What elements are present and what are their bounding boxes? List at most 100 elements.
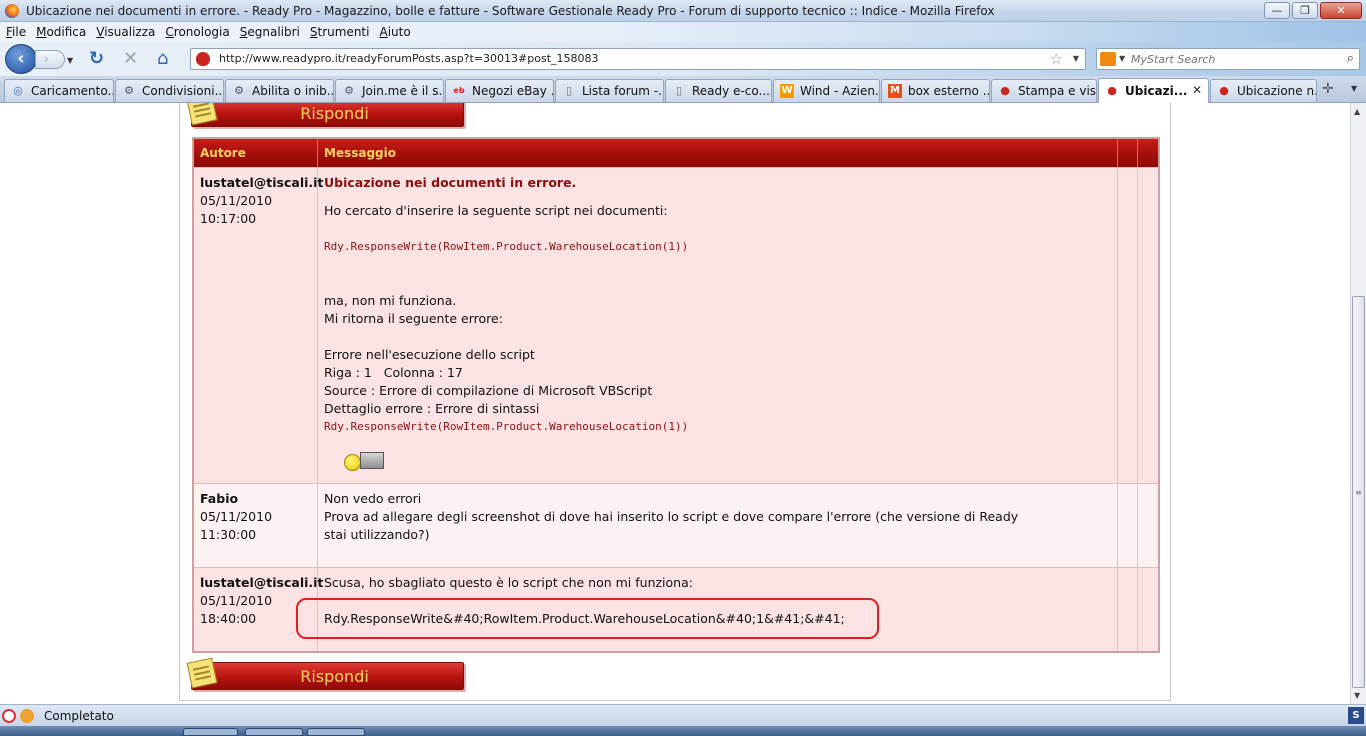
header-spacer [1138, 139, 1158, 167]
window-title: Ubicazione nei documenti in errore. - Re… [26, 3, 995, 18]
message-column-header: Messaggio [318, 139, 1118, 167]
history-dropdown-icon[interactable]: ▼ [67, 56, 73, 65]
tab[interactable]: W Wind - Azien... [773, 79, 880, 102]
menu-file[interactable]: File [6, 25, 26, 39]
tab[interactable]: ▯ Ready e-co... [665, 79, 772, 102]
back-button[interactable]: ‹ [5, 44, 37, 74]
error-text: Errore nell'esecuzione dello script [324, 347, 535, 362]
close-window-button[interactable]: ✕ [1320, 2, 1362, 19]
menu-modifica[interactable]: Modifica [36, 25, 86, 39]
taskbar-button[interactable] [307, 728, 365, 736]
home-icon[interactable]: ⌂ [157, 50, 168, 68]
search-engine-icon[interactable] [1100, 52, 1116, 66]
post-time: 10:17:00 [200, 211, 257, 226]
tab[interactable]: ◎ Caricamento... [4, 79, 114, 102]
menu-cronologia[interactable]: Cronologia [165, 25, 229, 39]
forward-button[interactable]: › [35, 50, 65, 69]
post-text: Prova ad allegare degli screenshot di do… [324, 509, 1019, 524]
url-dropdown-icon[interactable]: ▼ [1073, 54, 1079, 63]
message-cell: Ubicazione nei documenti in errore. Ho c… [318, 168, 1118, 483]
tab[interactable]: eb Negozi eBay ... [445, 79, 554, 102]
post-text: Scusa, ho sbagliato questo è lo script c… [324, 575, 693, 590]
address-bar[interactable]: http://www.readypro.it/readyForumPosts.a… [190, 48, 1086, 70]
scroll-up-icon[interactable]: ▲ [1354, 107, 1360, 116]
red-highlight-annotation [296, 598, 879, 639]
loading-icon: ◎ [13, 84, 23, 97]
message-cell: Non vedo errori Prova ad allegare degli … [318, 484, 1118, 567]
post-text: ma, non mi funziona. [324, 293, 457, 308]
strawberry-icon: ● [1000, 84, 1010, 97]
table-header: Autore Messaggio [194, 139, 1158, 167]
wind-icon: W [780, 84, 794, 98]
tab-list-dropdown-icon[interactable]: ▼ [1351, 84, 1357, 93]
search-input[interactable] [1131, 51, 1331, 67]
vertical-scrollbar[interactable]: ▲ ≡ ▼ [1350, 103, 1366, 704]
url-text[interactable]: http://www.readypro.it/readyForumPosts.a… [219, 52, 599, 65]
navigation-toolbar: ‹ › ▼ ↻ ✕ ⌂ http://www.readypro.it/ready… [0, 42, 1366, 76]
status-addon-icon[interactable] [20, 709, 34, 723]
tab-active[interactable]: ● Ubicazi... ✕ [1098, 78, 1209, 103]
error-text: Dettaglio errore : Errore di sintassi [324, 401, 540, 416]
tab[interactable]: ⚙ Abilita o inib... [225, 79, 334, 102]
tab[interactable]: ●Stampa e vis... [991, 79, 1097, 102]
m-icon: M [888, 84, 902, 98]
post-author[interactable]: lustatel@tiscali.it [200, 174, 323, 192]
post-subject: Ubicazione nei documenti in errore. [324, 175, 577, 190]
maximize-button[interactable]: ❐ [1292, 2, 1318, 19]
tab[interactable]: ▯ Lista forum -... [555, 79, 664, 102]
computer-smiley-icon [344, 448, 1117, 472]
table-row: Fabio 05/11/2010 11:30:00 Non vedo error… [194, 483, 1158, 567]
page-content: Rispondi Autore Messaggio lustatel@tisca… [0, 103, 1350, 704]
search-bar: ▼ ⌕ [1096, 48, 1360, 70]
network-icon: ⚙ [234, 84, 244, 97]
post-date: 05/11/2010 [200, 193, 273, 208]
bookmark-star-icon[interactable]: ☆ [1050, 50, 1063, 68]
author-cell: Fabio 05/11/2010 11:30:00 [194, 484, 318, 567]
page-icon: ▯ [675, 84, 683, 97]
network-icon: ⚙ [124, 84, 134, 97]
post-text: Ho cercato d'inserire la seguente script… [324, 203, 668, 218]
menu-aiuto[interactable]: Aiuto [379, 25, 410, 39]
post-author[interactable]: Fabio [200, 490, 317, 508]
post-date: 05/11/2010 [200, 509, 273, 524]
menu-strumenti[interactable]: Strumenti [310, 25, 370, 39]
menu-segnalibri[interactable]: Segnalibri [240, 25, 300, 39]
stop-icon[interactable]: ✕ [123, 50, 138, 68]
firefox-icon [5, 3, 19, 18]
search-icon[interactable]: ⌕ [1347, 51, 1354, 66]
reply-button[interactable]: Rispondi [186, 657, 464, 690]
tab[interactable]: ⚙ Condivisioni... [115, 79, 224, 102]
tab-bar: ◎ Caricamento... ⚙ Condivisioni... ⚙ Abilit… [0, 76, 1366, 103]
status-text: Completato [44, 709, 114, 723]
new-tab-icon[interactable]: ✛ [1322, 81, 1334, 97]
search-engine-dropdown-icon[interactable]: ▼ [1119, 54, 1125, 63]
post-text: Non vedo errori [324, 491, 422, 506]
scroll-grip-icon: ≡ [1355, 488, 1362, 497]
reload-icon[interactable]: ↻ [89, 50, 104, 68]
network-icon: ⚙ [344, 84, 354, 97]
error-text: Source : Errore di compilazione di Micro… [324, 383, 653, 398]
code-snippet: Rdy.ResponseWrite(RowItem.Product.Wareho… [324, 240, 689, 253]
taskbar-button[interactable] [183, 728, 238, 736]
status-blocked-icon[interactable] [2, 709, 16, 723]
tab[interactable]: ● Ubicazione n... [1210, 79, 1317, 102]
menu-visualizza[interactable]: Visualizza [96, 25, 155, 39]
close-tab-icon[interactable]: ✕ [1192, 83, 1202, 97]
reply-button[interactable]: Rispondi [186, 103, 464, 127]
post-time: 11:30:00 [200, 527, 257, 542]
tab[interactable]: ⚙ Join.me è il s... [335, 79, 444, 102]
page-icon: ▯ [565, 84, 573, 97]
tab[interactable]: Mbox esterno ... [881, 79, 990, 102]
taskbar-button[interactable] [245, 728, 303, 736]
status-s-icon[interactable]: S [1348, 707, 1364, 724]
taskbar [0, 726, 1366, 736]
strawberry-icon: ● [1107, 84, 1117, 97]
menu-bar: File Modifica Visualizza Cronologia Segn… [0, 22, 1366, 42]
status-bar: Completato S [0, 704, 1366, 726]
post-author[interactable]: lustatel@tiscali.it [200, 574, 323, 592]
site-favicon-icon [196, 52, 210, 66]
forum-posts-table: Autore Messaggio lustatel@tiscali.it 05/… [192, 137, 1160, 653]
minimize-button[interactable]: — [1264, 2, 1290, 19]
header-spacer [1118, 139, 1138, 167]
scroll-down-icon[interactable]: ▼ [1354, 691, 1360, 700]
